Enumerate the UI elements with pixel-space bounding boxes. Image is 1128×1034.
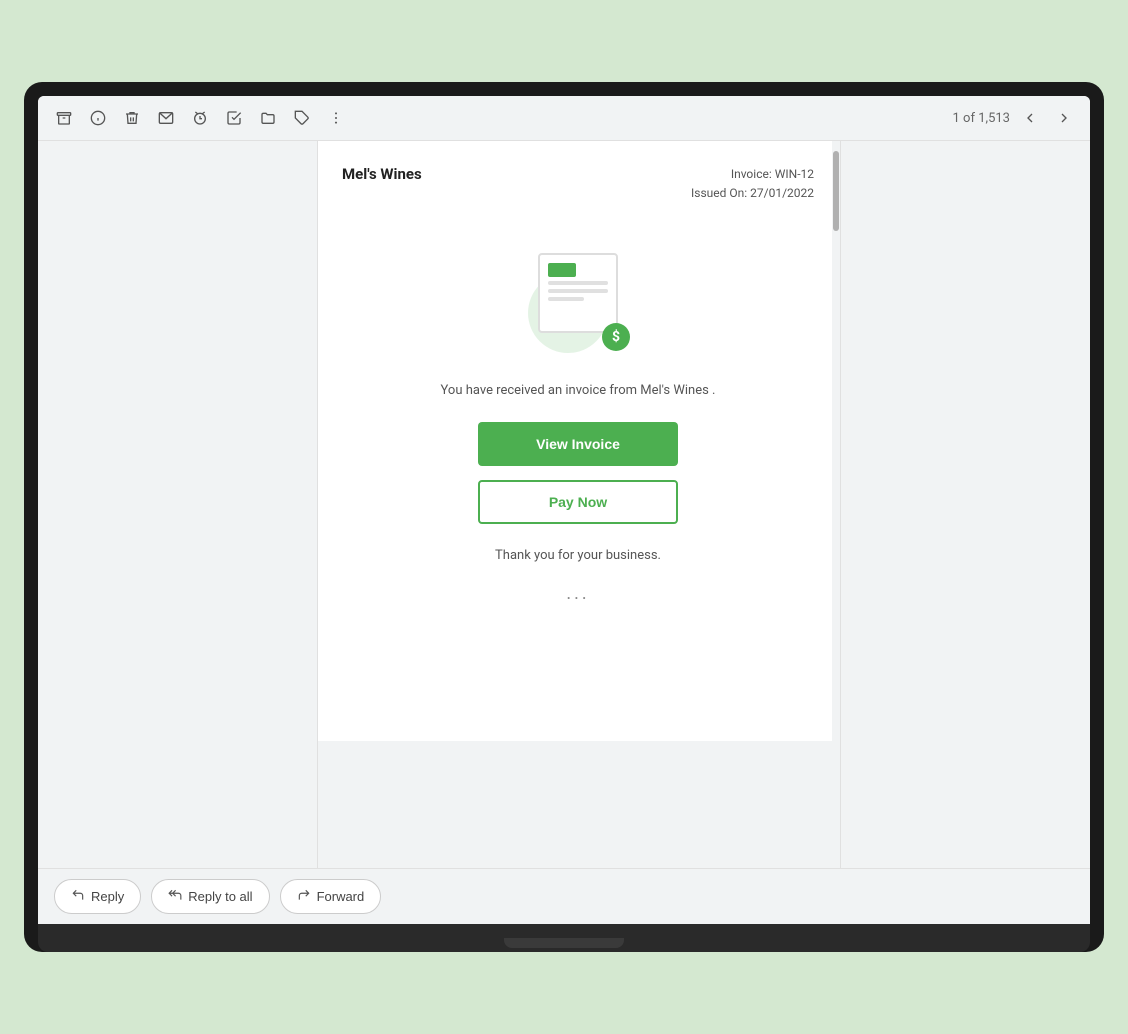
invoice-illustration: $ — [342, 253, 814, 353]
invoice-header: Mel's Wines Invoice: WIN-12 Issued On: 2… — [342, 165, 814, 203]
info-icon[interactable] — [84, 104, 112, 132]
email-content-area: Mel's Wines Invoice: WIN-12 Issued On: 2… — [38, 141, 1090, 868]
reply-all-button[interactable]: Reply to all — [151, 879, 269, 914]
email-body-wrapper: Mel's Wines Invoice: WIN-12 Issued On: 2… — [318, 141, 832, 868]
toolbar: 1 of 1,513 — [38, 96, 1090, 141]
invoice-number: Invoice: WIN-12 — [691, 165, 814, 184]
forward-button[interactable]: Forward — [280, 879, 382, 914]
reply-button[interactable]: Reply — [54, 879, 141, 914]
view-invoice-button[interactable]: View Invoice — [478, 422, 678, 466]
email-body-text: You have received an invoice from Mel's … — [342, 383, 814, 398]
laptop-outer: 1 of 1,513 Mel's Wine — [24, 82, 1104, 952]
reply-all-label: Reply to all — [188, 889, 252, 904]
reply-label: Reply — [91, 889, 124, 904]
dollar-badge: $ — [602, 323, 630, 351]
doc-green-rect — [548, 263, 576, 277]
laptop-notch — [504, 938, 624, 948]
right-panel — [840, 141, 1090, 868]
doc-line-2 — [548, 289, 608, 293]
email-body: Mel's Wines Invoice: WIN-12 Issued On: 2… — [318, 141, 832, 741]
invoice-date: Issued On: 27/01/2022 — [691, 184, 814, 203]
invoice-meta: Invoice: WIN-12 Issued On: 27/01/2022 — [691, 165, 814, 203]
snooze-icon[interactable] — [186, 104, 214, 132]
pagination-info: 1 of 1,513 — [953, 111, 1010, 126]
pay-now-button[interactable]: Pay Now — [478, 480, 678, 524]
pagination-text: 1 of 1,513 — [953, 111, 1010, 126]
move-to-icon[interactable] — [254, 104, 282, 132]
company-name: Mel's Wines — [342, 165, 422, 183]
reply-all-icon — [168, 888, 182, 905]
scrollbar-track[interactable] — [832, 141, 840, 868]
email-client: 1 of 1,513 Mel's Wine — [38, 96, 1090, 924]
email-icon[interactable] — [152, 104, 180, 132]
more-options-icon[interactable] — [322, 104, 350, 132]
scrollbar-thumb[interactable] — [833, 151, 839, 231]
forward-label: Forward — [317, 889, 365, 904]
illustration-container: $ — [518, 253, 638, 353]
laptop-base — [38, 924, 1090, 952]
forward-icon — [297, 888, 311, 905]
archive-icon[interactable] — [50, 104, 78, 132]
laptop-screen: 1 of 1,513 Mel's Wine — [38, 96, 1090, 924]
email-ellipsis: ... — [342, 583, 814, 604]
label-icon[interactable] — [288, 104, 316, 132]
reply-icon — [71, 888, 85, 905]
task-icon[interactable] — [220, 104, 248, 132]
invoice-doc — [538, 253, 618, 333]
doc-line-short — [548, 297, 584, 301]
next-email-button[interactable] — [1050, 104, 1078, 132]
prev-email-button[interactable] — [1016, 104, 1044, 132]
left-sidebar — [38, 141, 318, 868]
delete-icon[interactable] — [118, 104, 146, 132]
reply-bar: Reply Reply to all Forward — [38, 868, 1090, 924]
thank-you-text: Thank you for your business. — [342, 548, 814, 563]
doc-line-1 — [548, 281, 608, 285]
